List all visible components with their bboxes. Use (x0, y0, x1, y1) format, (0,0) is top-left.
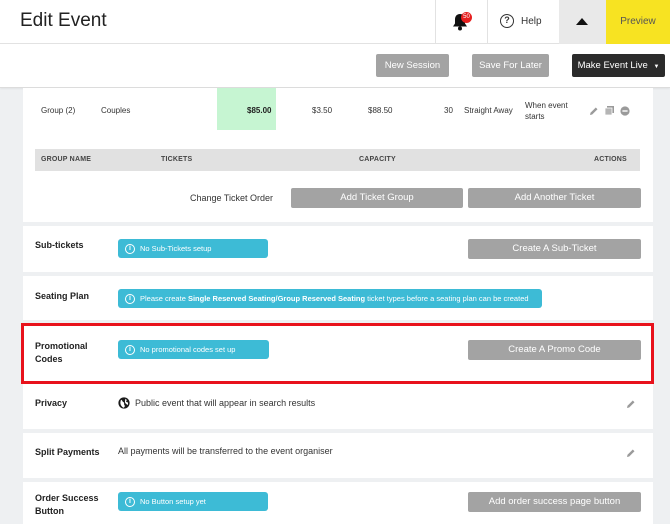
help-label: Help (521, 15, 542, 27)
section-divider (23, 478, 653, 482)
ticket-ends: When event starts (525, 101, 568, 121)
col-tickets: TICKETS (161, 156, 193, 163)
subtickets-label: Sub-tickets (35, 240, 84, 250)
ticket-release: Straight Away (464, 106, 513, 115)
copy-icon[interactable] (604, 105, 615, 116)
save-for-later-button[interactable]: Save For Later (472, 54, 549, 77)
order-success-info: i No Button setup yet (118, 492, 268, 511)
notification-badge: 50 (461, 12, 472, 23)
preview-button[interactable]: Preview (606, 0, 670, 44)
make-event-live-button[interactable]: Make Event Live ▼ (572, 54, 665, 77)
collapse-button[interactable] (559, 0, 606, 44)
header-divider (435, 0, 436, 44)
section-divider (23, 222, 653, 226)
subtickets-info: i No Sub-Tickets setup (118, 239, 268, 258)
caret-down-icon: ▼ (653, 64, 660, 70)
subtickets-info-text: No Sub-Tickets setup (140, 244, 212, 253)
info-icon: i (125, 243, 135, 254)
split-payments-label: Split Payments (35, 447, 100, 457)
add-another-ticket-button[interactable]: Add Another Ticket (468, 188, 641, 208)
info-icon: i (125, 496, 135, 507)
pencil-icon[interactable] (626, 399, 636, 409)
help-button[interactable]: ? Help (500, 14, 542, 28)
ticket-total: $88.50 (368, 106, 393, 115)
pencil-icon[interactable] (589, 106, 599, 116)
col-group-name: GROUP NAME (41, 156, 92, 163)
split-payments-text: All payments will be transferred to the … (118, 446, 333, 456)
section-divider (23, 429, 653, 433)
add-order-success-button[interactable]: Add order success page button (468, 492, 641, 512)
ticket-capacity: 30 (444, 106, 453, 115)
ticket-price: $85.00 (247, 106, 272, 115)
page-title: Edit Event (20, 10, 107, 31)
seating-plan-info: i Please create Single Reserved Seating/… (118, 289, 542, 308)
seating-plan-info-text: Please create Single Reserved Seating/Gr… (140, 294, 529, 303)
ticket-name: Couples (101, 106, 131, 115)
make-event-live-label: Make Event Live (577, 60, 648, 71)
ticket-fee: $3.50 (312, 106, 333, 115)
info-icon: i (125, 293, 135, 304)
top-header: Edit Event 50 ? Help Preview (0, 0, 670, 44)
globe-icon (118, 397, 130, 409)
new-session-button[interactable]: New Session (376, 54, 449, 77)
ticket-group: Group (2) (41, 106, 76, 115)
question-icon: ? (500, 14, 514, 28)
pencil-icon[interactable] (626, 448, 636, 458)
header-divider (487, 0, 488, 44)
section-divider (23, 272, 653, 276)
highlight-box (21, 323, 654, 384)
change-ticket-order-link[interactable]: Change Ticket Order (190, 193, 273, 203)
remove-icon[interactable] (620, 106, 630, 116)
caret-up-icon (576, 18, 588, 25)
action-bar: New Session Save For Later Make Event Li… (0, 44, 670, 88)
create-subticket-button[interactable]: Create A Sub-Ticket (468, 239, 641, 259)
order-success-label: Order Success Button (35, 493, 99, 516)
seating-plan-label: Seating Plan (35, 291, 90, 301)
col-actions: ACTIONS (594, 156, 627, 163)
privacy-label: Privacy (35, 398, 68, 408)
ticket-table-header (35, 149, 640, 171)
privacy-text: Public event that will appear in search … (135, 398, 316, 408)
add-ticket-group-button[interactable]: Add Ticket Group (291, 188, 463, 208)
col-capacity: CAPACITY (359, 156, 396, 163)
order-success-info-text: No Button setup yet (140, 497, 206, 506)
